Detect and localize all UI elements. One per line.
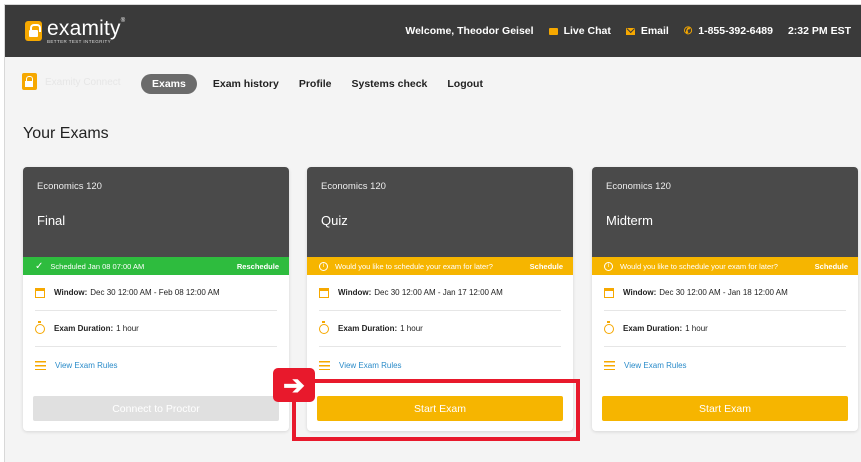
calendar-icon bbox=[604, 287, 614, 298]
stopwatch-icon bbox=[604, 320, 614, 334]
brand-name: examity bbox=[47, 17, 121, 40]
info-icon: i bbox=[604, 261, 613, 271]
course-name: Economics 120 bbox=[321, 181, 386, 192]
nav-exam-history[interactable]: Exam history bbox=[213, 78, 279, 90]
examity-logo[interactable]: examity® BETTER TEST INTEGRITY bbox=[25, 18, 125, 45]
nav-logout[interactable]: Logout bbox=[447, 78, 483, 90]
status-banner: ✓ Scheduled Jan 08 07:00 AM Reschedule bbox=[23, 257, 289, 275]
exam-card-final: Economics 120 Final ✓ Scheduled Jan 08 0… bbox=[23, 167, 289, 431]
brand-trademark: ® bbox=[120, 18, 126, 24]
window-label: Window: bbox=[623, 288, 657, 297]
faded-nav-label: Examity Connect bbox=[45, 77, 121, 88]
window-label: Window: bbox=[338, 288, 372, 297]
list-icon bbox=[319, 360, 330, 370]
email-label: Email bbox=[640, 25, 669, 37]
view-exam-rules-link[interactable]: View Exam Rules bbox=[339, 361, 402, 370]
welcome-text: Welcome, Theodor Geisel bbox=[405, 25, 534, 37]
calendar-icon bbox=[35, 287, 45, 298]
lock-logo-icon bbox=[25, 21, 42, 42]
list-icon bbox=[604, 360, 615, 370]
window-value: Dec 30 12:00 AM - Jan 18 12:00 AM bbox=[659, 288, 788, 297]
info-icon: i bbox=[319, 261, 328, 271]
duration-row: Exam Duration: 1 hour bbox=[604, 311, 846, 347]
window-row: Window: Dec 30 12:00 AM - Jan 18 12:00 A… bbox=[604, 275, 846, 311]
duration-value: 1 hour bbox=[116, 324, 139, 333]
list-icon bbox=[35, 360, 46, 370]
connect-to-proctor-button[interactable]: Connect to Proctor bbox=[33, 396, 279, 421]
view-exam-rules-link[interactable]: View Exam Rules bbox=[624, 361, 687, 370]
duration-label: Exam Duration: bbox=[623, 324, 683, 333]
duration-row: Exam Duration: 1 hour bbox=[35, 311, 277, 347]
main-nav: Examity Connect Exams Exam history Profi… bbox=[5, 71, 861, 97]
status-message: Would you like to schedule your exam for… bbox=[335, 261, 493, 271]
start-exam-button[interactable]: Start Exam bbox=[602, 396, 848, 421]
rules-row[interactable]: View Exam Rules bbox=[35, 347, 277, 383]
lock-icon bbox=[22, 73, 37, 90]
exam-card-midterm: Economics 120 Midterm i Would you like t… bbox=[592, 167, 858, 431]
window-value: Dec 30 12:00 AM - Feb 08 12:00 AM bbox=[90, 288, 220, 297]
status-message: Would you like to schedule your exam for… bbox=[620, 261, 778, 271]
duration-value: 1 hour bbox=[400, 324, 423, 333]
nav-systems-check[interactable]: Systems check bbox=[352, 78, 428, 90]
stopwatch-icon bbox=[35, 320, 45, 334]
clock-time: 2:32 PM EST bbox=[787, 25, 851, 37]
course-name: Economics 120 bbox=[606, 181, 671, 192]
stopwatch-icon bbox=[319, 320, 329, 334]
email-link[interactable]: Email bbox=[625, 25, 669, 37]
phone-icon: ✆ bbox=[683, 25, 693, 37]
phone-link[interactable]: ✆ 1-855-392-6489 bbox=[684, 25, 773, 37]
rules-row[interactable]: View Exam Rules bbox=[604, 347, 846, 383]
duration-row: Exam Duration: 1 hour bbox=[319, 311, 561, 347]
window-row: Window: Dec 30 12:00 AM - Feb 08 12:00 A… bbox=[35, 275, 277, 311]
reschedule-link[interactable]: Reschedule bbox=[237, 262, 279, 271]
window-label: Window: bbox=[54, 288, 88, 297]
duration-label: Exam Duration: bbox=[54, 324, 114, 333]
live-chat-link[interactable]: Live Chat bbox=[548, 25, 611, 37]
arrow-right-icon: ➔ bbox=[273, 368, 315, 402]
brand-tagline: BETTER TEST INTEGRITY bbox=[47, 39, 111, 44]
view-exam-rules-link[interactable]: View Exam Rules bbox=[55, 361, 118, 370]
nav-exams[interactable]: Exams bbox=[141, 74, 197, 94]
highlight-box bbox=[292, 379, 580, 441]
window-row: Window: Dec 30 12:00 AM - Jan 17 12:00 A… bbox=[319, 275, 561, 311]
app-window: examity® BETTER TEST INTEGRITY Welcome, … bbox=[4, 4, 861, 462]
top-bar: examity® BETTER TEST INTEGRITY Welcome, … bbox=[5, 5, 861, 57]
live-chat-label: Live Chat bbox=[563, 25, 611, 37]
schedule-link[interactable]: Schedule bbox=[530, 262, 563, 271]
header-right: Welcome, Theodor Geisel Live Chat Email … bbox=[390, 5, 851, 57]
phone-number: 1-855-392-6489 bbox=[698, 25, 773, 37]
exam-title: Final bbox=[37, 213, 66, 228]
duration-label: Exam Duration: bbox=[338, 324, 398, 333]
window-value: Dec 30 12:00 AM - Jan 17 12:00 AM bbox=[374, 288, 503, 297]
exam-title: Midterm bbox=[606, 213, 653, 228]
schedule-link[interactable]: Schedule bbox=[815, 262, 848, 271]
rules-row[interactable]: View Exam Rules bbox=[319, 347, 561, 383]
exam-title: Quiz bbox=[321, 213, 348, 228]
status-banner: i Would you like to schedule your exam f… bbox=[307, 257, 573, 275]
duration-value: 1 hour bbox=[685, 324, 708, 333]
status-message: Scheduled Jan 08 07:00 AM bbox=[50, 261, 145, 271]
page-title: Your Exams bbox=[23, 125, 109, 142]
envelope-icon bbox=[625, 27, 635, 35]
calendar-icon bbox=[319, 287, 329, 298]
course-name: Economics 120 bbox=[37, 181, 102, 192]
nav-profile[interactable]: Profile bbox=[299, 78, 332, 90]
chat-bubble-icon bbox=[548, 27, 558, 35]
checkmark-icon: ✓ bbox=[35, 260, 44, 272]
status-banner: i Would you like to schedule your exam f… bbox=[592, 257, 858, 275]
